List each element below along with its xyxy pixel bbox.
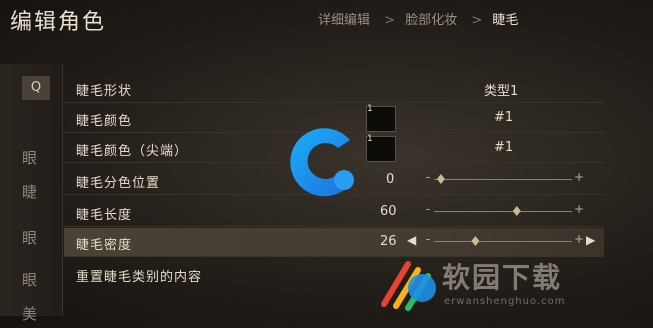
q-key-hint[interactable]: Q [22, 76, 50, 100]
slider-knob[interactable] [512, 206, 521, 216]
slider-track[interactable] [434, 211, 572, 212]
swatch-number: 1 [367, 134, 373, 144]
breadcrumb-item-face-makeup[interactable]: 脸部化妆 [405, 13, 457, 28]
slider-track[interactable] [434, 179, 572, 180]
row-value: #1 [494, 110, 514, 125]
row-label: 睫毛长度 [76, 208, 133, 223]
row-label: 睫毛颜色 [76, 114, 133, 129]
row-value: 类型1 [484, 84, 519, 99]
left-tab-4[interactable]: 眼 [22, 266, 62, 294]
left-tab-5[interactable]: 美 [22, 300, 62, 328]
left-tab-3[interactable]: 眼 [22, 224, 62, 252]
breadcrumb-item-eyelashes: 睫毛 [492, 13, 519, 28]
slider-knob[interactable] [436, 174, 445, 184]
breadcrumb-separator: > [471, 13, 483, 28]
row-eyelash-shape[interactable]: 睫毛形状 类型1 [64, 74, 604, 103]
page-title: 编辑角色 [10, 10, 107, 35]
slider-minus-icon[interactable]: - [426, 202, 430, 216]
breadcrumb: 详细编辑 > 脸部化妆 > 睫毛 [318, 9, 522, 28]
slider-value: 26 [380, 234, 397, 249]
row-value: #1 [494, 140, 514, 155]
watermark-logo-icon [381, 261, 436, 311]
slider-track[interactable] [434, 241, 572, 242]
slider-value: 60 [380, 204, 397, 219]
row-label: 重置睫毛类别的内容 [76, 270, 203, 285]
row-label: 睫毛密度 [76, 238, 133, 253]
left-tab-2[interactable]: 睫 [22, 178, 62, 206]
watermark-text: 软园下载 [442, 261, 563, 294]
logo-c-icon [290, 128, 354, 197]
slider-plus-icon[interactable]: + [574, 202, 584, 216]
slider-minus-icon[interactable]: - [426, 232, 430, 246]
swatch-number: 1 [367, 104, 373, 114]
slider-plus-icon[interactable]: + [574, 232, 584, 246]
breadcrumb-item-detail[interactable]: 详细编辑 [318, 13, 370, 28]
slider-value: 0 [386, 172, 395, 187]
slider-minus-icon[interactable]: - [426, 170, 430, 184]
left-tab-1[interactable]: 眼 [22, 144, 62, 172]
header: 编辑角色 详细编辑 > 脸部化妆 > 睫毛 [0, 0, 653, 38]
breadcrumb-separator: > [384, 13, 396, 28]
watermark: 软园下载 erwanshenghuo.com [374, 250, 649, 316]
row-label: 睫毛形状 [76, 84, 133, 99]
row-label: 睫毛分色位置 [76, 176, 161, 191]
row-label: 睫毛颜色（尖端） [76, 144, 189, 159]
left-category-panel: Q 眼 睫 眼 眼 美 [0, 64, 63, 323]
slider-plus-icon[interactable]: + [574, 170, 584, 184]
watermark-url: erwanshenghuo.com [444, 296, 566, 307]
decrease-arrow-icon[interactable]: ◀ [407, 233, 416, 247]
slider-knob[interactable] [471, 236, 480, 246]
increase-arrow-icon[interactable]: ▶ [586, 233, 595, 247]
